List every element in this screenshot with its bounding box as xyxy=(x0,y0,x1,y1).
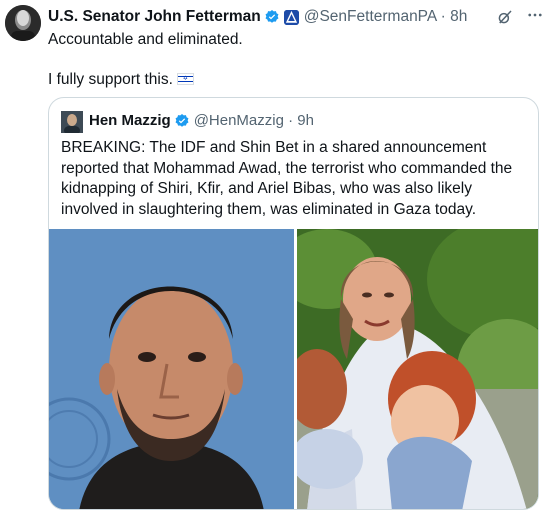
tweet-line-1: Accountable and eliminated. xyxy=(48,31,243,48)
timestamp[interactable]: 8h xyxy=(450,8,467,25)
quoted-author-name[interactable]: Hen Mazzig xyxy=(89,112,171,129)
tweet-line-2: I fully support this. ✡ xyxy=(48,70,538,90)
verified-badge-icon xyxy=(264,9,280,25)
quoted-timestamp[interactable]: 9h xyxy=(297,112,314,129)
quoted-tweet-card[interactable]: Hen Mazzig @HenMazzig · 9h BREAKING: The… xyxy=(48,97,539,510)
author-handle[interactable]: @SenFettermanPA · 8h xyxy=(304,8,468,26)
tweet-actions-top xyxy=(496,6,544,27)
verified-badge-icon xyxy=(174,113,190,129)
quoted-tweet-media xyxy=(49,229,538,509)
quoted-tweet-header: Hen Mazzig @HenMazzig · 9h xyxy=(89,112,314,129)
tweet-header: U.S. Senator John Fetterman @SenFetterma… xyxy=(48,7,467,27)
portrait-photo xyxy=(49,229,294,509)
author-avatar[interactable] xyxy=(5,5,41,41)
author-avatar-image xyxy=(5,5,41,41)
quoted-author-avatar[interactable] xyxy=(61,111,83,135)
quoted-author-handle[interactable]: @HenMazzig · 9h xyxy=(194,112,314,129)
author-name[interactable]: U.S. Senator John Fetterman xyxy=(48,8,261,26)
grok-icon[interactable] xyxy=(496,8,514,26)
israel-flag-emoji: ✡ xyxy=(176,73,194,85)
media-photo-right[interactable] xyxy=(297,229,538,509)
family-photo xyxy=(297,229,538,509)
media-photo-left[interactable] xyxy=(49,229,294,509)
more-options-icon[interactable] xyxy=(526,6,544,27)
quoted-tweet-text: BREAKING: The IDF and Shin Bet in a shar… xyxy=(61,139,513,218)
government-badge-icon xyxy=(283,9,299,25)
tweet-text: Accountable and eliminated. I fully supp… xyxy=(48,30,538,90)
